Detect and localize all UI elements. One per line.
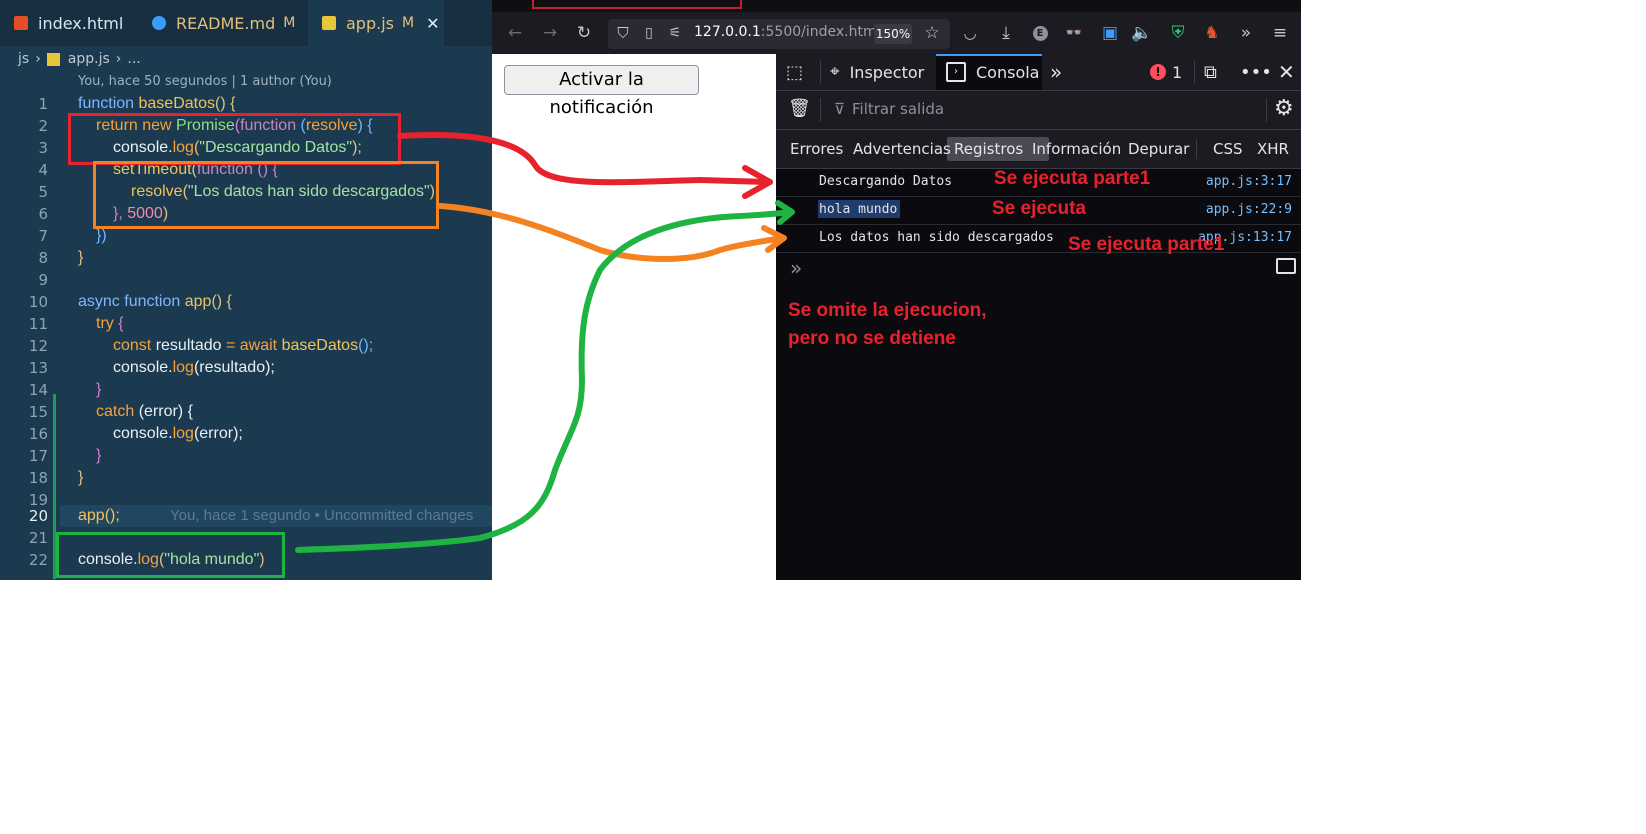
annotation-arrows <box>295 132 795 553</box>
green-arrow <box>295 209 793 553</box>
red-arrow <box>397 132 771 186</box>
